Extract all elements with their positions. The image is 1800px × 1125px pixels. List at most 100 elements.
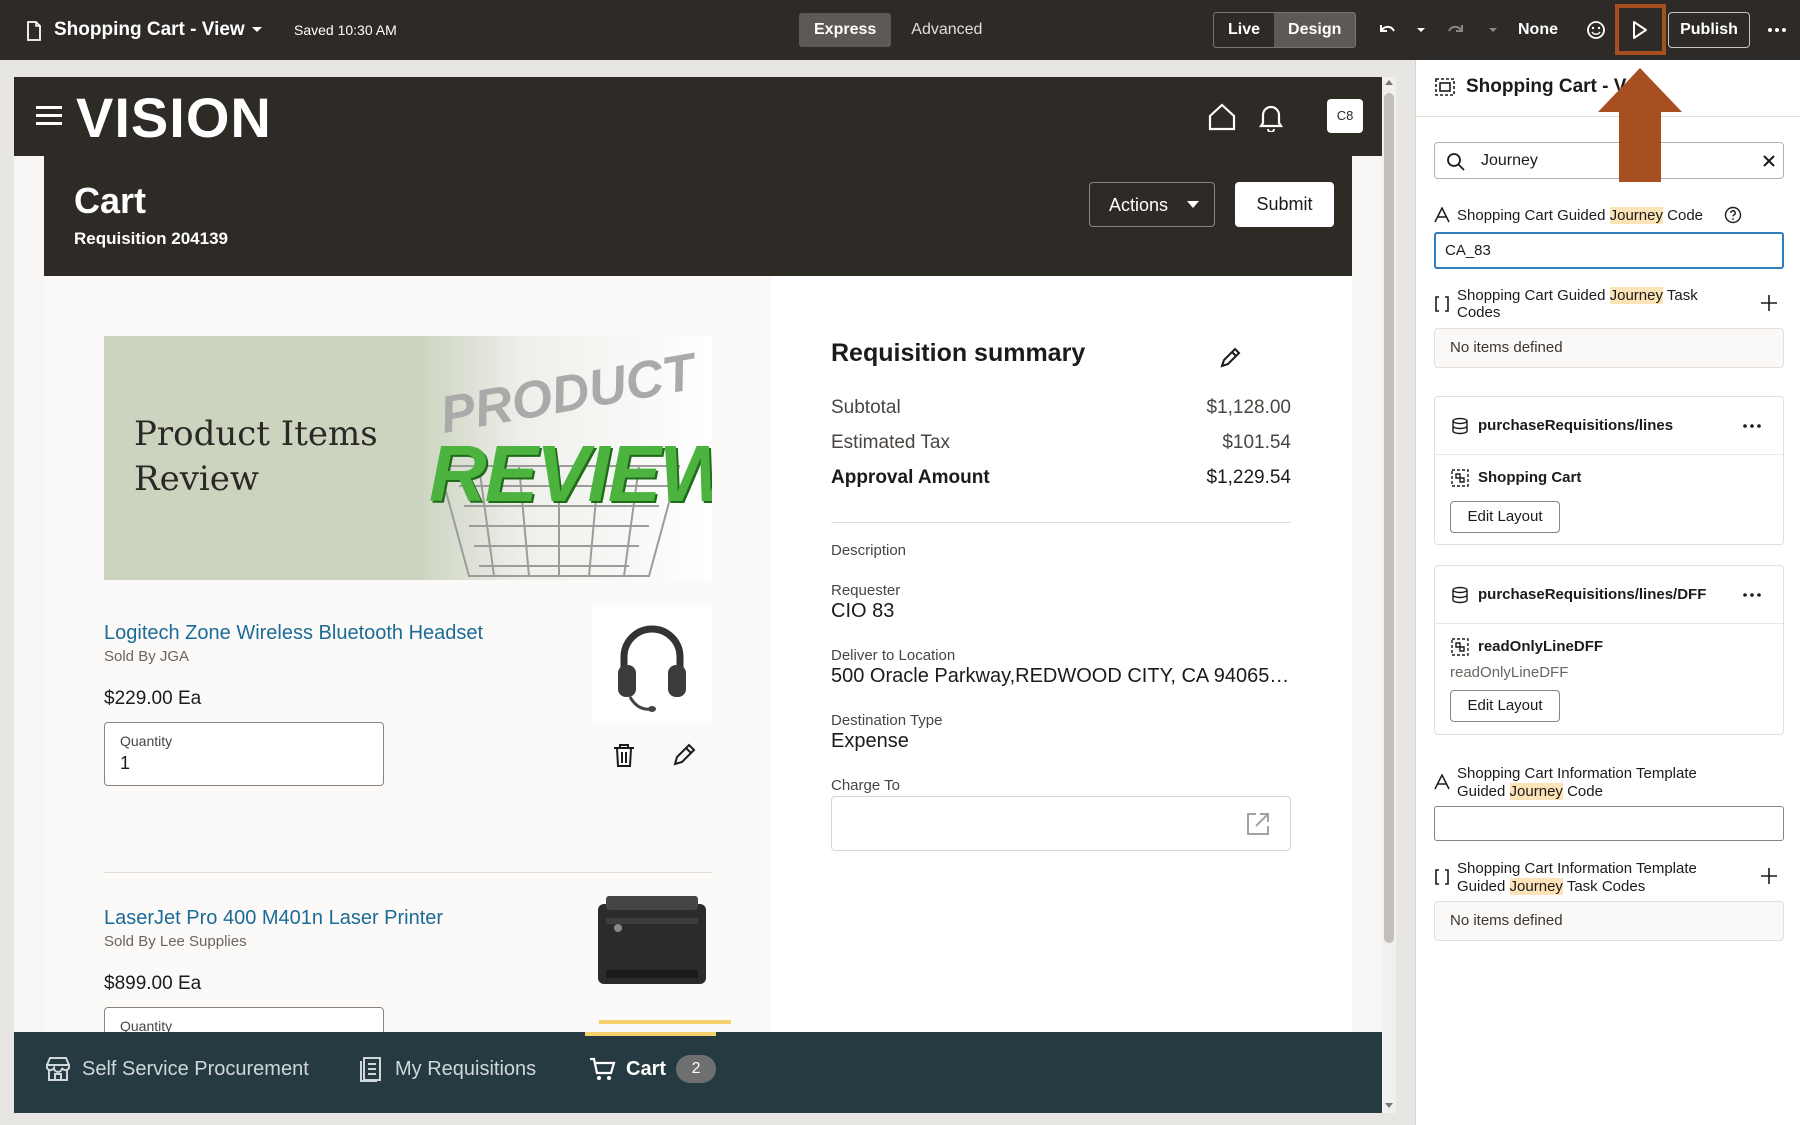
guided-journey-code-input[interactable]: CA_83 <box>1434 232 1784 269</box>
info-template-journey-task-codes-label: Shopping Cart Information Template Guide… <box>1457 860 1697 896</box>
redo-menu-chevron-icon[interactable] <box>1487 0 1499 60</box>
live-button[interactable]: Live <box>1214 13 1274 47</box>
label-highlight: Journey <box>1509 783 1563 800</box>
notifications-bell-icon[interactable] <box>1257 102 1285 132</box>
approval-label: Approval Amount <box>831 467 990 488</box>
info-template-journey-code-input[interactable] <box>1434 806 1784 841</box>
summary-column: Requisition summary Subtotal $1,128.00 E… <box>801 276 1352 1036</box>
card-more-options-icon[interactable] <box>1742 417 1762 435</box>
delete-trash-icon[interactable] <box>610 741 638 769</box>
layout-name: readOnlyLineDFF <box>1478 638 1604 655</box>
subtotal-row: Subtotal $1,128.00 <box>831 397 1291 419</box>
user-avatar[interactable]: C8 <box>1327 99 1363 133</box>
summary-edit-pencil-icon[interactable] <box>1219 345 1243 369</box>
search-icon <box>1446 152 1466 172</box>
label-part: Code <box>1662 207 1704 224</box>
tax-label: Estimated Tax <box>831 432 950 453</box>
database-icon <box>1451 417 1469 435</box>
text-property-icon <box>1434 774 1450 790</box>
nav-my-requisitions[interactable]: My Requisitions <box>359 1055 536 1083</box>
open-external-icon[interactable] <box>1245 811 1271 837</box>
actions-menu-button[interactable]: Actions <box>1089 182 1215 227</box>
layout-subtitle: readOnlyLineDFF <box>1450 664 1569 681</box>
headset-image <box>592 605 712 723</box>
component-frame-icon <box>1434 77 1456 97</box>
app-header: VISION C8 <box>14 77 1382 156</box>
clear-search-icon[interactable] <box>1762 154 1776 168</box>
more-options-icon[interactable] <box>1766 0 1788 60</box>
printer-image <box>592 888 712 992</box>
item-name-link[interactable]: Logitech Zone Wireless Bluetooth Headset <box>104 622 483 645</box>
charge-to-field[interactable] <box>831 796 1291 851</box>
emoji-feedback-icon[interactable] <box>1585 0 1607 60</box>
label-part: Shopping Cart Information Template <box>1457 860 1697 877</box>
guided-journey-code-label: Shopping Cart Guided Journey Code <box>1457 207 1703 224</box>
nav-label: Cart <box>626 1057 667 1080</box>
summary-divider <box>831 522 1291 523</box>
context-none-selector[interactable]: None <box>1518 0 1558 60</box>
scroll-up-arrow-icon[interactable] <box>1385 79 1393 85</box>
requester-label: Requester <box>831 582 901 599</box>
cart-content: Product Items Review PRODUCT REVIEWS <box>44 276 1352 1071</box>
card-more-options-icon[interactable] <box>1742 586 1762 604</box>
label-part: Task <box>1662 287 1698 304</box>
add-plus-icon[interactable] <box>1760 294 1778 312</box>
charge-to-label: Charge To <box>831 777 900 794</box>
banner-art: PRODUCT REVIEWS <box>419 336 712 580</box>
item-name-link[interactable]: LaserJet Pro 400 M401n Laser Printer <box>104 907 443 930</box>
card-divider <box>1435 454 1783 455</box>
edit-layout-button[interactable]: Edit Layout <box>1450 690 1560 722</box>
preview-play-icon[interactable] <box>1630 0 1650 60</box>
actions-chevron-icon <box>1187 200 1199 210</box>
quantity-field[interactable]: Quantity 1 <box>104 722 384 786</box>
shopping-cart-icon <box>588 1055 616 1083</box>
label-part: Codes <box>1457 304 1501 321</box>
product-review-banner: Product Items Review PRODUCT REVIEWS <box>104 336 712 580</box>
canvas-scrollbar[interactable] <box>1382 77 1396 1113</box>
express-mode-tab[interactable]: Express <box>799 13 892 47</box>
home-icon[interactable] <box>1207 102 1237 132</box>
item-seller: Sold By JGA <box>104 648 190 665</box>
label-highlight: Journey <box>1609 207 1663 224</box>
data-source-card: purchaseRequisitions/lines Shopping Cart… <box>1434 396 1784 545</box>
destination-value: Expense <box>831 730 909 752</box>
title-menu-chevron-icon[interactable] <box>250 0 264 60</box>
item-seller: Sold By Lee Supplies <box>104 933 247 950</box>
help-question-icon[interactable] <box>1724 206 1742 224</box>
vision-logo: VISION <box>76 86 272 149</box>
requisitions-list-icon <box>359 1055 385 1083</box>
tax-row: Estimated Tax $101.54 <box>831 432 1291 454</box>
empty-items-placeholder: No items defined <box>1434 328 1784 368</box>
info-template-journey-code-label: Shopping Cart Information Template Guide… <box>1457 765 1697 801</box>
actions-label: Actions <box>1109 195 1169 215</box>
undo-menu-chevron-icon[interactable] <box>1415 0 1427 60</box>
advanced-mode-tab[interactable]: Advanced <box>891 13 1002 47</box>
text-property-icon <box>1434 207 1450 223</box>
submit-button[interactable]: Submit <box>1235 182 1334 227</box>
label-highlight: Journey <box>1609 287 1663 304</box>
item-price: $899.00 Ea <box>104 973 202 994</box>
undo-icon[interactable] <box>1375 0 1397 60</box>
hamburger-menu-icon[interactable] <box>36 105 62 127</box>
banner-line-1: Product Items <box>134 414 378 454</box>
label-part: Code <box>1562 783 1603 800</box>
redo-icon[interactable] <box>1446 0 1468 60</box>
add-plus-icon[interactable] <box>1760 867 1778 885</box>
publish-button[interactable]: Publish <box>1668 12 1750 48</box>
highlight-strip <box>599 1020 731 1024</box>
data-source-name: purchaseRequisitions/lines/DFF <box>1478 586 1707 603</box>
label-part: Guided <box>1457 878 1510 895</box>
nav-self-service-procurement[interactable]: Self Service Procurement <box>44 1055 309 1083</box>
edit-pencil-icon[interactable] <box>670 741 698 769</box>
empty-items-placeholder: No items defined <box>1434 901 1784 941</box>
page-title[interactable]: Shopping Cart - View <box>54 0 245 60</box>
deliver-label: Deliver to Location <box>831 647 956 664</box>
page-icon <box>26 0 42 60</box>
nav-cart[interactable]: Cart 2 <box>588 1055 717 1083</box>
layout-name: Shopping Cart <box>1478 469 1582 486</box>
scroll-down-arrow-icon[interactable] <box>1385 1103 1393 1109</box>
label-highlight: Journey <box>1509 878 1563 895</box>
edit-layout-button[interactable]: Edit Layout <box>1450 501 1560 533</box>
scrollbar-thumb[interactable] <box>1384 93 1394 943</box>
design-button[interactable]: Design <box>1274 13 1356 47</box>
